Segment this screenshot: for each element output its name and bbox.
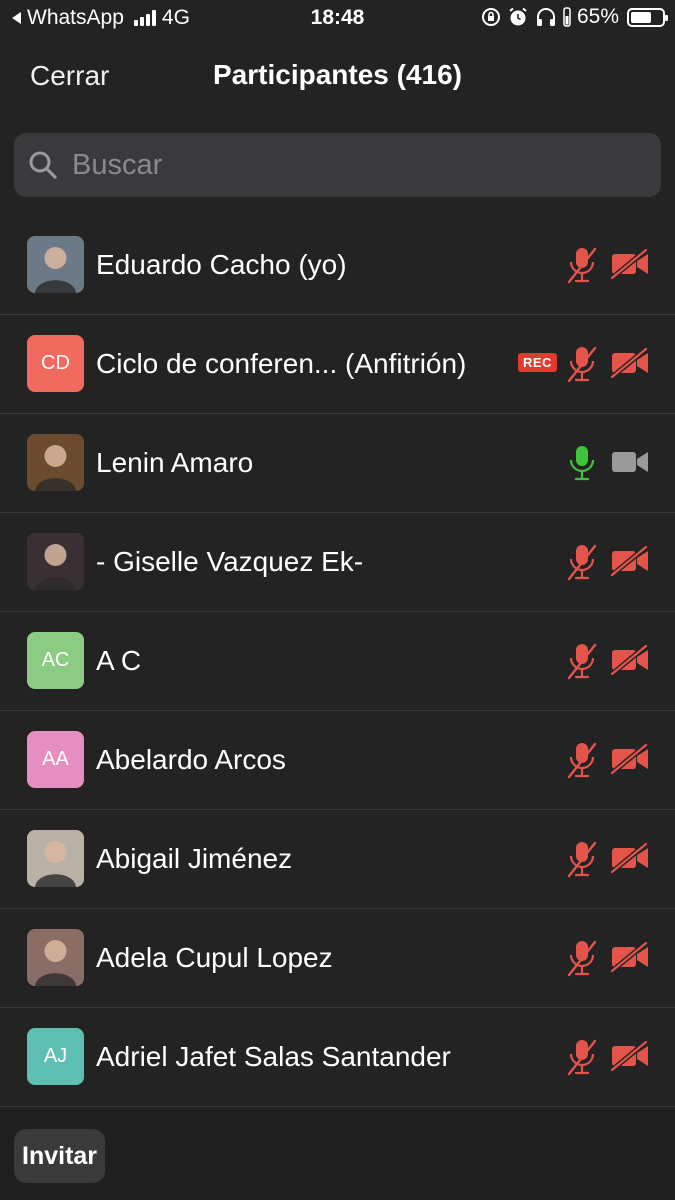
participant-name: A C	[96, 645, 142, 676]
participant-name: Eduardo Cacho (yo)	[96, 249, 347, 280]
battery-percent: 65%	[576, 5, 619, 28]
participant-name: Abigail Jiménez	[96, 843, 293, 874]
battery-icon	[627, 7, 668, 27]
video-off-icon	[610, 743, 650, 775]
video-off-icon	[610, 644, 650, 676]
participant-name: Abelardo Arcos	[96, 744, 286, 775]
nav-bar: Cerrar Participantes (416)	[0, 40, 675, 112]
mic-muted-icon	[566, 345, 598, 383]
battery-level	[631, 11, 651, 23]
participant-row[interactable]: Lenin Amaro	[0, 414, 675, 513]
page-title: Participantes (416)	[213, 59, 462, 90]
mic-muted-icon	[566, 939, 598, 977]
video-off-icon	[610, 941, 650, 973]
avatar	[27, 830, 84, 887]
mic-muted-icon	[566, 543, 598, 581]
device-icon	[563, 7, 571, 27]
avatar	[27, 236, 84, 293]
participant-name: Lenin Amaro	[96, 447, 254, 478]
status-bar: WhatsApp 4G 18:48 65%	[0, 0, 675, 38]
mic-muted-icon	[566, 1038, 598, 1076]
participant-row[interactable]: Adela Cupul Lopez	[0, 909, 675, 1008]
avatar	[27, 434, 84, 491]
mic-muted-icon	[566, 741, 598, 779]
search-bar[interactable]	[14, 133, 661, 197]
mic-muted-icon	[566, 840, 598, 878]
mic-icon	[566, 444, 598, 482]
participant-name: Adriel Jafet Salas Santander	[96, 1041, 451, 1072]
video-icon	[610, 447, 650, 477]
alarm-icon	[509, 7, 527, 26]
avatar	[27, 533, 84, 590]
video-off-icon	[610, 842, 650, 874]
participants-list: Eduardo Cacho (yo) CD Ciclo de conferen...…	[0, 216, 675, 1107]
participant-name: - Giselle Vazquez Ek-	[96, 546, 364, 577]
participant-row[interactable]: AC A C	[0, 612, 675, 711]
mic-muted-icon	[566, 246, 598, 284]
participant-row[interactable]: AA Abelardo Arcos	[0, 711, 675, 810]
participant-name: Adela Cupul Lopez	[96, 942, 333, 973]
rotation-lock-icon	[481, 8, 500, 26]
participant-name: Ciclo de conferen... (Anfitrión)	[96, 348, 467, 379]
video-off-icon	[610, 545, 650, 577]
participant-row[interactable]: Abigail Jiménez	[0, 810, 675, 909]
participant-row[interactable]: AJ Adriel Jafet Salas Santander	[0, 1008, 675, 1107]
headphones-icon	[536, 8, 555, 26]
participant-row[interactable]: - Giselle Vazquez Ek-	[0, 513, 675, 612]
search-input[interactable]	[70, 147, 634, 183]
search-icon	[29, 151, 57, 179]
avatar: AJ	[27, 1028, 84, 1085]
invite-button[interactable]: Invitar	[14, 1129, 106, 1183]
avatar: AC	[27, 632, 84, 689]
participant-row[interactable]: CD Ciclo de conferen... (Anfitrión) REC	[0, 315, 675, 414]
mic-muted-icon	[566, 642, 598, 680]
avatar: CD	[27, 335, 84, 392]
video-off-icon	[610, 347, 650, 379]
bottom-bar: Invitar	[0, 1110, 675, 1200]
video-off-icon	[610, 248, 650, 280]
video-off-icon	[610, 1040, 650, 1072]
recording-badge: REC	[518, 353, 557, 372]
avatar: AA	[27, 731, 84, 788]
avatar	[27, 929, 84, 986]
participant-row[interactable]: Eduardo Cacho (yo)	[0, 216, 675, 315]
